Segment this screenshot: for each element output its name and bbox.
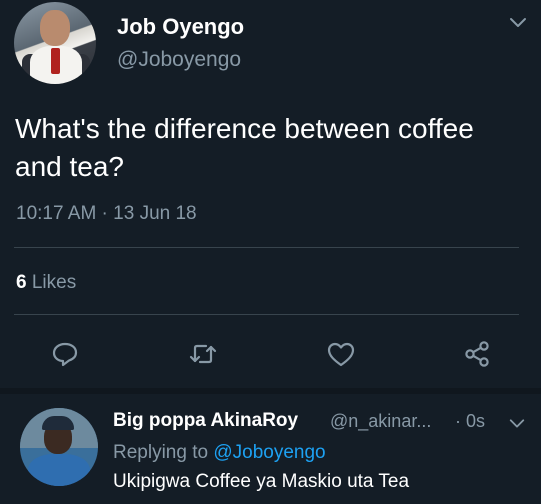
likes-label: Likes [31, 272, 77, 293]
likes-count[interactable]: 6 Likes [16, 272, 76, 294]
heart-icon [327, 342, 355, 367]
retweet-icon [189, 344, 217, 364]
like-button[interactable] [324, 337, 358, 371]
author-handle[interactable]: @Joboyengo [117, 48, 241, 72]
reply-button[interactable] [48, 337, 82, 371]
retweet-button[interactable] [186, 337, 220, 371]
author-avatar[interactable] [14, 2, 96, 84]
main-tweet: Job Oyengo @Joboyengo What's the differe… [0, 0, 541, 390]
chevron-down-icon[interactable] [508, 414, 526, 432]
reply-time: · 0s [455, 411, 486, 431]
likes-number: 6 [16, 272, 27, 293]
reply-author-avatar[interactable] [20, 408, 98, 486]
tweet-timestamp[interactable]: 10:17 AM · 13 Jun 18 [16, 203, 197, 225]
replying-mention[interactable]: @Joboyengo [213, 442, 325, 463]
reply-author-name[interactable]: Big poppa AkinaRoy [113, 410, 298, 432]
reply-author-handle[interactable]: @n_akinar... [330, 411, 431, 432]
chevron-down-icon[interactable] [508, 12, 528, 32]
divider [14, 247, 519, 248]
reply-icon [52, 342, 78, 367]
reply-text: Ukipigwa Coffee ya Maskio uta Tea [113, 471, 410, 492]
replying-to: Replying to @Joboyengo [113, 442, 326, 464]
share-button[interactable] [460, 337, 494, 371]
share-icon [465, 341, 489, 367]
author-name[interactable]: Job Oyengo [117, 14, 244, 40]
replying-prefix: Replying to [113, 442, 209, 463]
tweet-text: What's the difference between coffee and… [15, 113, 474, 182]
reply-tweet[interactable]: Big poppa AkinaRoy @n_akinar... · 0s Rep… [0, 394, 541, 504]
divider [14, 314, 519, 315]
